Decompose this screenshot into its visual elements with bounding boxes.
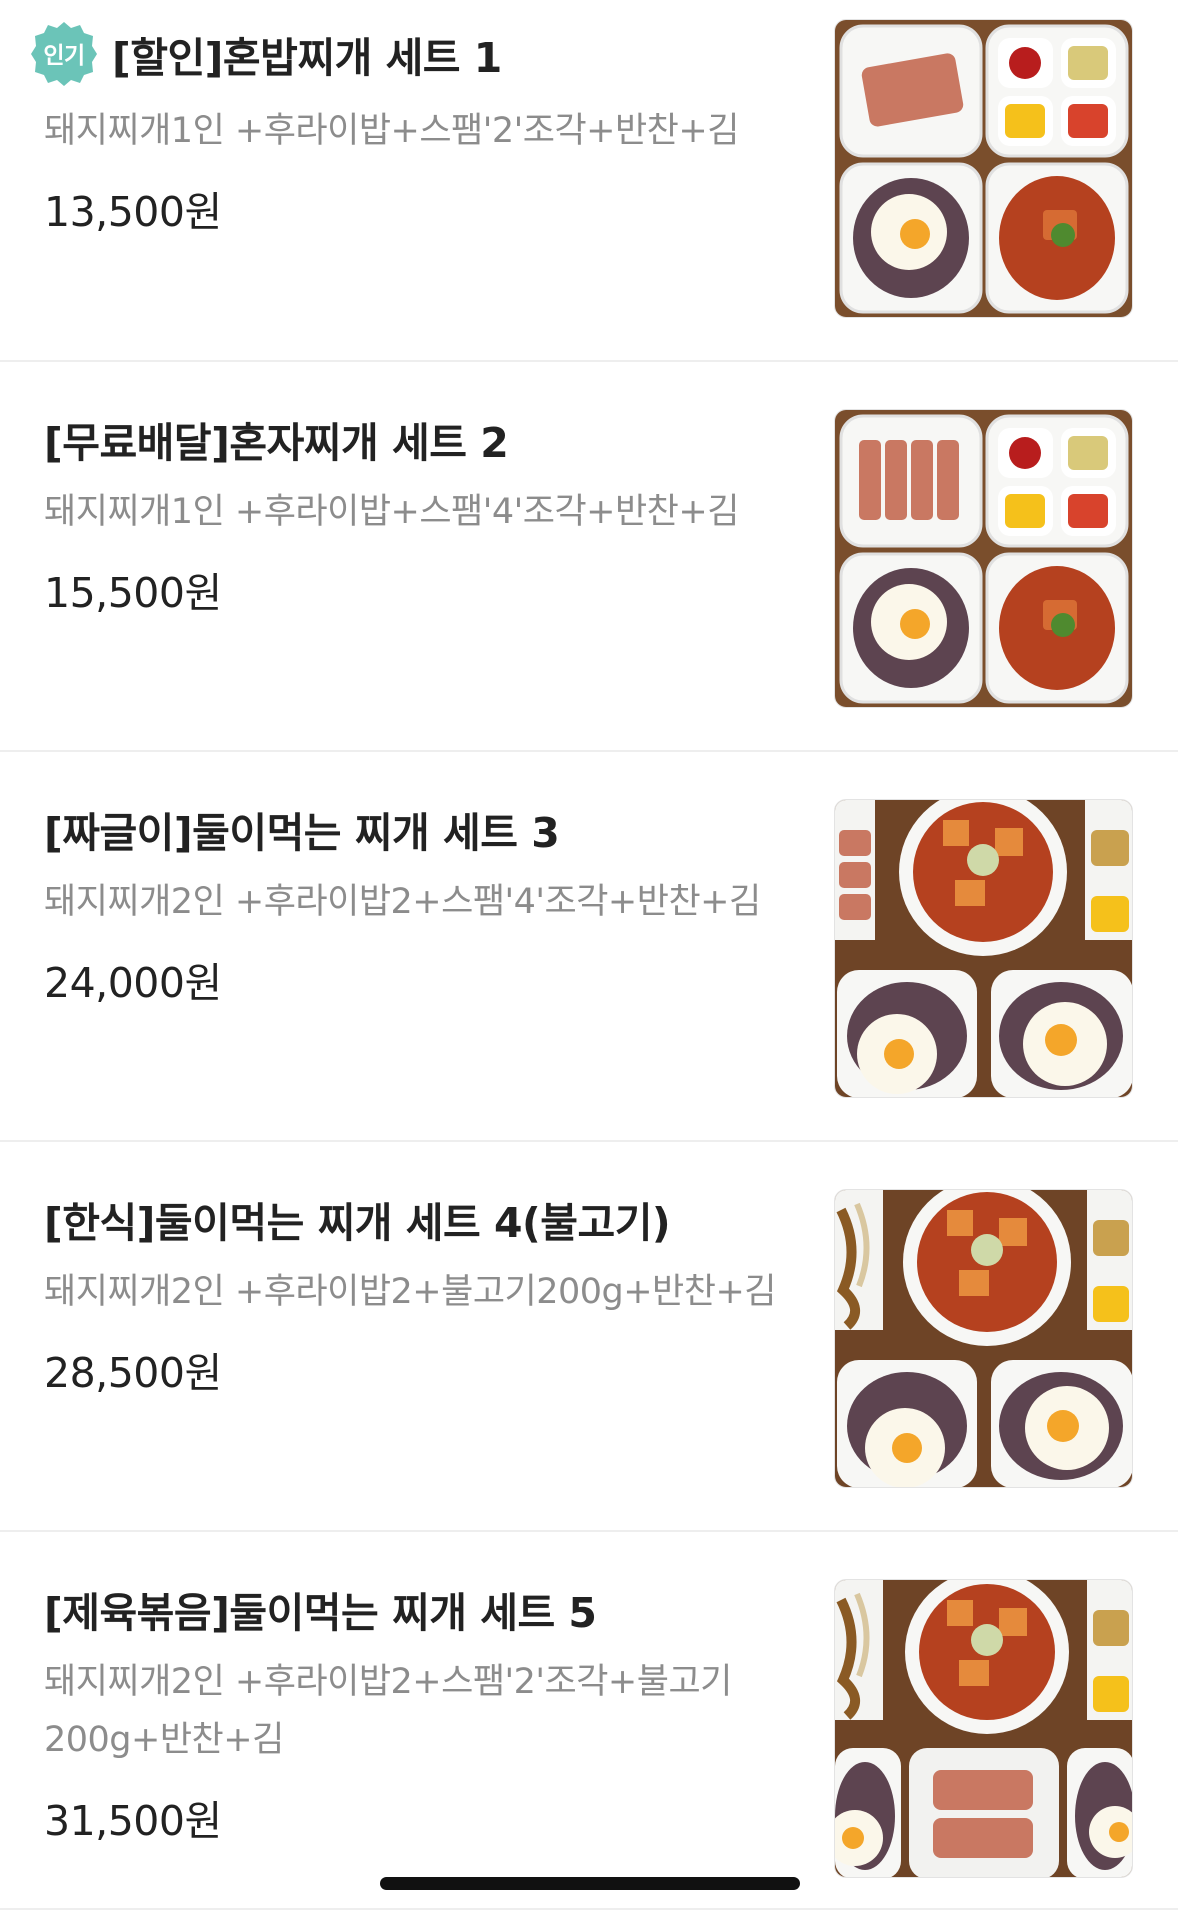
menu-item-set-1[interactable]: 인기 [할인]혼밥찌개 세트 1 돼지찌개1인 +후라이밥+스팸'2'조각+반찬… xyxy=(0,0,1178,362)
menu-item-set-3[interactable]: [짜글이]둘이먹는 찌개 세트 3 돼지찌개2인 +후라이밥2+스팸'4'조각+… xyxy=(0,752,1178,1142)
menu-item-set-2[interactable]: [무료배달]혼자찌개 세트 2 돼지찌개1인 +후라이밥+스팸'4'조각+반찬+… xyxy=(0,362,1178,752)
menu-item-title-text: [한식]둘이먹는 찌개 세트 4(불고기) xyxy=(44,1199,671,1247)
menu-item-description: 돼지찌개1인 +후라이밥+스팸'4'조각+반찬+김 xyxy=(44,492,739,532)
menu-item-title: [무료배달]혼자찌개 세트 2 xyxy=(44,409,804,469)
home-indicator[interactable] xyxy=(380,1877,800,1890)
popular-badge-label: 인기 xyxy=(43,43,84,69)
menu-item-price: 13,500원 xyxy=(44,188,222,236)
menu-item-title-text: [제육볶음]둘이먹는 찌개 세트 5 xyxy=(44,1589,597,1637)
menu-list: 인기 [할인]혼밥찌개 세트 1 돼지찌개1인 +후라이밥+스팸'2'조각+반찬… xyxy=(0,0,1178,1910)
popular-badge-icon: 인기 xyxy=(31,22,97,86)
menu-item-price: 28,500원 xyxy=(44,1349,222,1397)
menu-item-title-text: [짜글이]둘이먹는 찌개 세트 3 xyxy=(44,809,560,857)
food-photo-set-3[interactable] xyxy=(834,799,1133,1098)
menu-item-price: 24,000원 xyxy=(44,959,222,1007)
food-photo-set-1[interactable] xyxy=(834,19,1133,318)
menu-item-price: 15,500원 xyxy=(44,569,222,617)
menu-item-title-text: [할인]혼밥찌개 세트 1 xyxy=(112,34,502,82)
menu-item-set-5[interactable]: [제육볶음]둘이먹는 찌개 세트 5 돼지찌개2인 +후라이밥2+스팸'2'조각… xyxy=(0,1532,1178,1910)
menu-item-title: 인기 [할인]혼밥찌개 세트 1 xyxy=(31,20,804,88)
menu-item-set-4[interactable]: [한식]둘이먹는 찌개 세트 4(불고기) 돼지찌개2인 +후라이밥2+불고기2… xyxy=(0,1142,1178,1532)
menu-item-title-text: [무료배달]혼자찌개 세트 2 xyxy=(44,419,509,467)
menu-item-description: 돼지찌개2인 +후라이밥2+불고기200g+반찬+김 xyxy=(44,1272,777,1312)
menu-item-description: 돼지찌개2인 +후라이밥2+스팸'4'조각+반찬+김 xyxy=(44,882,761,922)
menu-item-title: [한식]둘이먹는 찌개 세트 4(불고기) xyxy=(44,1189,804,1249)
food-photo-set-5[interactable] xyxy=(834,1579,1133,1878)
food-photo-set-4[interactable] xyxy=(834,1189,1133,1488)
menu-item-title: [제육볶음]둘이먹는 찌개 세트 5 xyxy=(44,1579,804,1639)
menu-item-price: 31,500원 xyxy=(44,1797,222,1845)
menu-item-title: [짜글이]둘이먹는 찌개 세트 3 xyxy=(44,799,804,859)
menu-item-description: 돼지찌개2인 +후라이밥2+스팸'2'조각+불고기200g+반찬+김 xyxy=(44,1662,732,1760)
menu-item-description: 돼지찌개1인 +후라이밥+스팸'2'조각+반찬+김 xyxy=(44,111,739,151)
food-photo-set-2[interactable] xyxy=(834,409,1133,708)
